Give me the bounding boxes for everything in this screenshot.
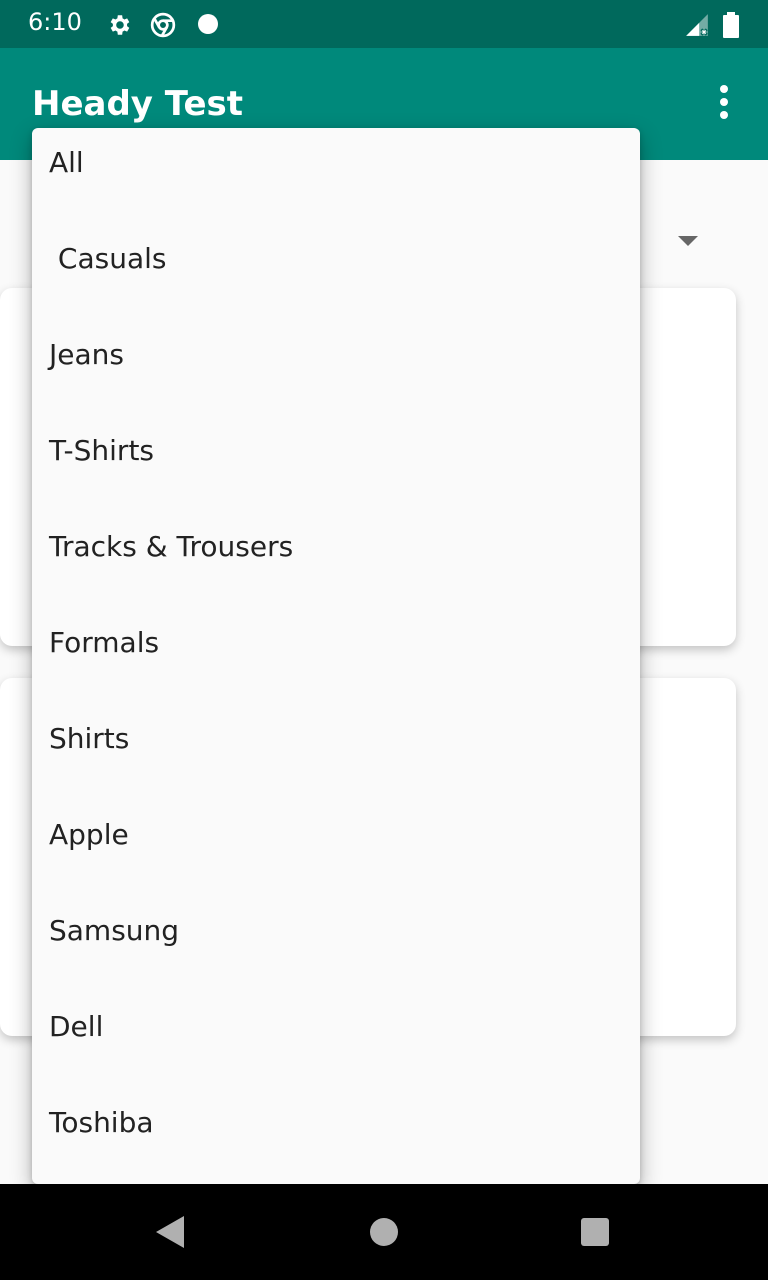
dropdown-item-jeans[interactable]: Jeans	[32, 306, 640, 402]
signal-icon	[686, 14, 708, 36]
dropdown-item-casuals[interactable]: Casuals	[32, 210, 640, 306]
dropdown-arrow-icon[interactable]	[678, 236, 698, 246]
category-dropdown-menu: All Casuals Jeans T-Shirts Tracks & Trou…	[32, 128, 640, 1184]
navigation-bar	[0, 1184, 768, 1280]
dropdown-item-formals[interactable]: Formals	[32, 594, 640, 690]
status-bar: 6:10	[0, 0, 768, 48]
battery-icon	[723, 12, 739, 38]
dropdown-item-all[interactable]: All	[32, 128, 640, 210]
dropdown-item-samsung[interactable]: Samsung	[32, 882, 640, 978]
home-icon[interactable]	[370, 1218, 398, 1246]
dot-icon	[198, 14, 218, 34]
dropdown-item-shirts[interactable]: Shirts	[32, 690, 640, 786]
dropdown-item-tracks-trousers[interactable]: Tracks & Trousers	[32, 498, 640, 594]
dropdown-item-apple[interactable]: Apple	[32, 786, 640, 882]
overflow-menu-icon[interactable]	[700, 78, 748, 126]
status-time: 6:10	[28, 8, 82, 36]
dropdown-item-t-shirts[interactable]: T-Shirts	[32, 402, 640, 498]
gear-icon	[110, 15, 130, 35]
recents-icon[interactable]	[581, 1218, 609, 1246]
dropdown-item-toshiba[interactable]: Toshiba	[32, 1074, 640, 1170]
chrome-icon	[150, 12, 176, 38]
app-title: Heady Test	[32, 84, 244, 124]
dropdown-item-dell[interactable]: Dell	[32, 978, 640, 1074]
back-icon[interactable]	[156, 1216, 184, 1248]
